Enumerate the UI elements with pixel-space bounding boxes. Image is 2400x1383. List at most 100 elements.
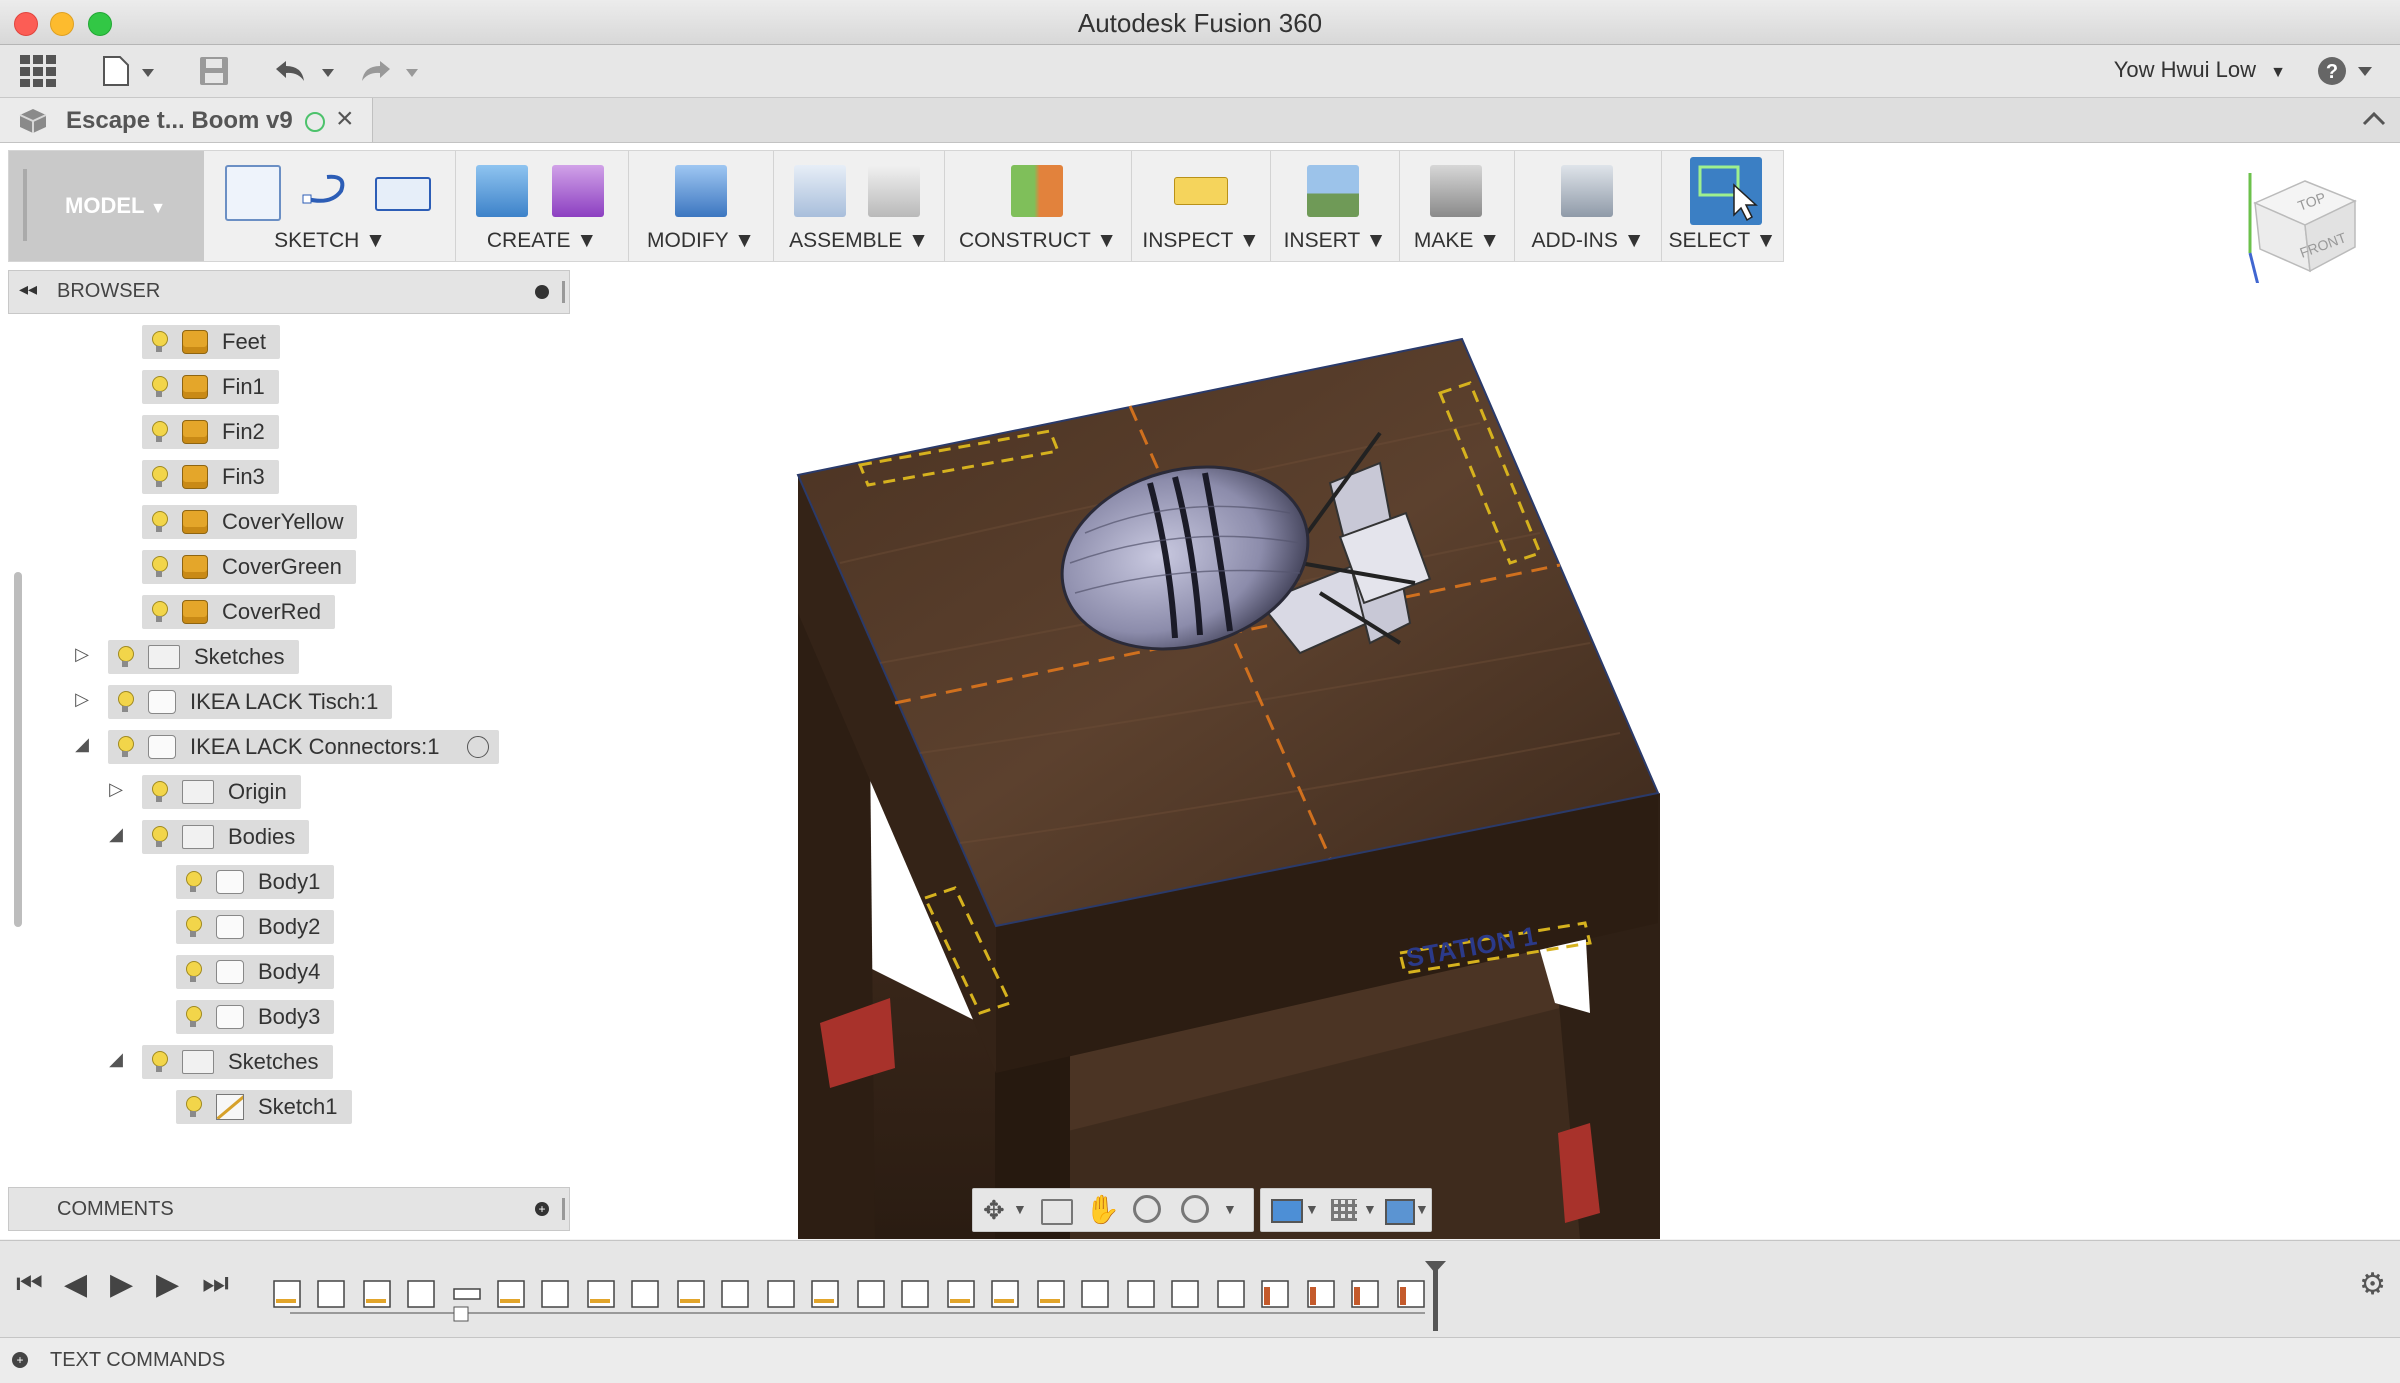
press-pull-icon[interactable]: [675, 165, 727, 217]
visibility-bulb-icon[interactable]: [150, 556, 168, 578]
visibility-bulb-icon[interactable]: [150, 331, 168, 353]
text-commands-bar[interactable]: + TEXT COMMANDS: [0, 1337, 2400, 1383]
tree-node-coveryellow[interactable]: CoverYellow: [142, 505, 358, 539]
viewports-icon[interactable]: [1385, 1199, 1415, 1225]
play-icon[interactable]: ▶: [110, 1267, 133, 1302]
3d-print-icon[interactable]: [1430, 165, 1482, 217]
comments-panel-header[interactable]: COMMENTS +: [8, 1187, 570, 1231]
apps-grid-icon[interactable]: [20, 55, 56, 87]
visibility-bulb-icon[interactable]: [116, 736, 134, 758]
chevron-up-icon[interactable]: [2362, 108, 2386, 128]
go-to-start-icon[interactable]: ⏮: [16, 1267, 43, 1301]
tree-node-fin1[interactable]: Fin1: [142, 370, 279, 404]
tree-node-covergreen[interactable]: CoverGreen: [142, 550, 356, 584]
visibility-bulb-icon[interactable]: [150, 376, 168, 398]
collapse-arrow-icon[interactable]: ◢: [106, 1049, 126, 1070]
visibility-bulb-icon[interactable]: [116, 646, 134, 668]
grid-icon[interactable]: [1331, 1199, 1357, 1221]
tree-node-feet[interactable]: Feet: [142, 325, 281, 359]
new-component-icon[interactable]: [794, 165, 846, 217]
tree-node-sketches[interactable]: Sketches: [108, 640, 299, 674]
close-tab-icon[interactable]: ×: [336, 102, 354, 136]
chevron-down-icon[interactable]: ▼: [1013, 1201, 1027, 1217]
collapse-panel-icon[interactable]: ◂◂: [19, 279, 37, 300]
panel-grip[interactable]: [562, 281, 565, 303]
activate-radio-icon[interactable]: [467, 736, 490, 758]
tree-node-ikea-lack-tisch[interactable]: IKEA LACK Tisch:1: [108, 685, 393, 719]
modify-group[interactable]: MODIFY ▼: [629, 151, 774, 261]
file-menu-icon[interactable]: [102, 55, 158, 87]
create-group[interactable]: CREATE ▼: [456, 151, 629, 261]
tree-node-ikea-lack-connectors[interactable]: IKEA LACK Connectors:1: [108, 730, 500, 764]
collapse-arrow-icon[interactable]: ◢: [72, 734, 92, 755]
form-icon[interactable]: [552, 165, 604, 217]
save-icon[interactable]: [198, 55, 230, 87]
select-tool-icon[interactable]: [1690, 157, 1762, 225]
display-settings-icon[interactable]: [1271, 1199, 1303, 1223]
tree-node-bodies[interactable]: Bodies: [142, 820, 310, 854]
add-ins-group[interactable]: ADD-INS ▼: [1515, 151, 1662, 261]
expand-arrow-icon[interactable]: ▷: [72, 644, 92, 665]
line-tool-icon[interactable]: [301, 165, 353, 217]
visibility-bulb-icon[interactable]: [184, 1096, 202, 1118]
sketch-group[interactable]: SKETCH ▼: [205, 151, 456, 261]
document-tab[interactable]: Escape t... Boom v9 ×: [0, 98, 373, 142]
browser-panel-header[interactable]: ◂◂ BROWSER: [8, 270, 570, 314]
redo-icon[interactable]: [356, 57, 426, 87]
visibility-bulb-icon[interactable]: [150, 1051, 168, 1073]
tree-node-sketches-2[interactable]: Sketches: [142, 1045, 333, 1079]
assemble-group[interactable]: ASSEMBLE ▼: [774, 151, 945, 261]
inspect-group[interactable]: INSPECT ▼: [1132, 151, 1271, 261]
tree-node-coverred[interactable]: CoverRed: [142, 595, 336, 629]
visibility-bulb-icon[interactable]: [150, 421, 168, 443]
step-back-icon[interactable]: ◀: [64, 1267, 87, 1302]
tree-node-fin3[interactable]: Fin3: [142, 460, 279, 494]
go-to-end-icon[interactable]: ⏭: [202, 1267, 229, 1301]
tree-node-body1[interactable]: Body1: [176, 865, 335, 899]
tree-node-sketch1[interactable]: Sketch1: [176, 1090, 352, 1124]
create-sketch-icon[interactable]: [225, 165, 281, 221]
tree-node-fin2[interactable]: Fin2: [142, 415, 279, 449]
fit-icon[interactable]: [1181, 1195, 1209, 1223]
scripts-icon[interactable]: [1561, 165, 1613, 217]
offset-plane-icon[interactable]: [1011, 165, 1063, 217]
browser-options-icon[interactable]: [535, 285, 549, 299]
select-group[interactable]: SELECT ▼: [1662, 151, 1783, 261]
extrude-icon[interactable]: [476, 165, 528, 217]
user-account-menu[interactable]: Yow Hwui Low ▼: [2114, 57, 2286, 83]
joint-icon[interactable]: [868, 165, 920, 217]
chevron-down-icon[interactable]: ▼: [1415, 1201, 1429, 1217]
make-group[interactable]: MAKE ▼: [1400, 151, 1515, 261]
view-cube[interactable]: TOP FRONT: [2230, 163, 2370, 294]
help-icon[interactable]: ?: [2316, 55, 2378, 87]
timeline-settings-gear-icon[interactable]: ⚙: [2359, 1267, 2386, 1302]
visibility-bulb-icon[interactable]: [184, 961, 202, 983]
expand-text-commands-icon[interactable]: +: [12, 1352, 28, 1368]
visibility-bulb-icon[interactable]: [150, 511, 168, 533]
tree-node-body4[interactable]: Body4: [176, 955, 335, 989]
chevron-down-icon[interactable]: ▼: [1305, 1201, 1319, 1217]
orbit-icon[interactable]: ✥: [983, 1195, 1005, 1226]
visibility-bulb-icon[interactable]: [184, 871, 202, 893]
visibility-bulb-icon[interactable]: [184, 1006, 202, 1028]
chevron-down-icon[interactable]: ▼: [1223, 1201, 1237, 1217]
visibility-bulb-icon[interactable]: [150, 466, 168, 488]
chevron-down-icon[interactable]: ▼: [1363, 1201, 1377, 1217]
look-at-icon[interactable]: [1041, 1199, 1073, 1225]
collapse-arrow-icon[interactable]: ◢: [106, 824, 126, 845]
workspace-switcher[interactable]: MODEL ▼: [9, 151, 204, 261]
timeline-features[interactable]: [270, 1261, 1470, 1331]
visibility-bulb-icon[interactable]: [184, 916, 202, 938]
visibility-bulb-icon[interactable]: [150, 781, 168, 803]
tree-node-origin[interactable]: Origin: [142, 775, 301, 809]
add-comment-icon[interactable]: +: [535, 1202, 549, 1216]
insert-image-icon[interactable]: [1307, 165, 1359, 217]
tree-node-body3[interactable]: Body3: [176, 1000, 335, 1034]
rectangle-tool-icon[interactable]: [375, 177, 431, 211]
pan-hand-icon[interactable]: ✋: [1085, 1193, 1120, 1226]
insert-group[interactable]: INSERT ▼: [1271, 151, 1400, 261]
visibility-bulb-icon[interactable]: [116, 691, 134, 713]
construct-group[interactable]: CONSTRUCT ▼: [945, 151, 1132, 261]
measure-icon[interactable]: [1174, 177, 1228, 205]
tree-node-body2[interactable]: Body2: [176, 910, 335, 944]
